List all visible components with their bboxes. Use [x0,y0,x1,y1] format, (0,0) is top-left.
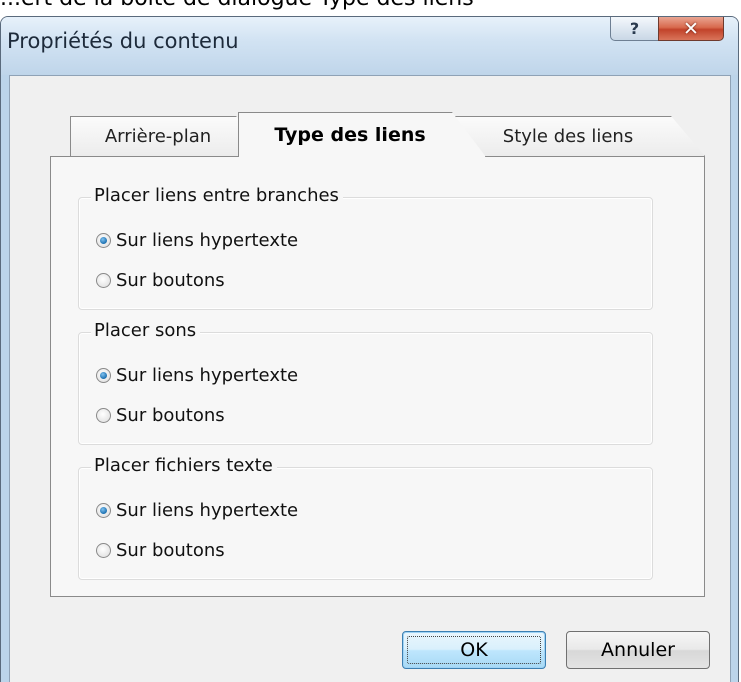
radio-hyperlinks[interactable]: Sur liens hypertexte [96,363,298,387]
tab-label: Style des liens [502,126,634,147]
cancel-button-label: Annuler [601,639,675,661]
dialog-title: Propriétés du contenu [7,29,239,53]
group-title: Placer sons [91,320,201,341]
tab-link-type[interactable]: Type des liens [238,112,486,157]
radio-checked-icon [96,232,111,248]
group-title: Placer fichiers texte [91,455,277,476]
radio-label: Sur liens hypertexte [116,229,299,251]
help-button[interactable]: ? [610,17,658,41]
group-title: Placer liens entre branches [91,185,343,206]
radio-checked-icon [96,367,111,383]
radio-unchecked-icon [96,542,111,558]
tab-label: Type des liens [274,124,426,146]
tab-panel-link-type: Placer liens entre branches Sur liens hy… [50,156,705,597]
tab-label: Arrière-plan [104,126,212,147]
ok-button[interactable]: OK [402,631,546,669]
dialog-client-area: Arrière-plan Style des liens Type des li… [9,75,731,682]
title-bar[interactable]: Propriétés du contenu ? ✕ [1,17,738,75]
radio-checked-icon [96,502,111,518]
cancel-button[interactable]: Annuler [566,631,710,669]
radio-label: Sur liens hypertexte [116,499,299,521]
radio-buttons[interactable]: Sur boutons [96,268,225,292]
radio-buttons[interactable]: Sur boutons [96,403,225,427]
radio-label: Sur boutons [116,539,225,561]
group-sounds: Placer sons Sur liens hypertexte Sur bou… [78,320,653,445]
close-icon: ✕ [683,17,699,40]
radio-hyperlinks[interactable]: Sur liens hypertexte [96,228,298,252]
properties-dialog: Propriétés du contenu ? ✕ Arrière-plan S… [0,16,739,682]
tab-strip: Arrière-plan Style des liens Type des li… [10,76,730,166]
caption-buttons: ? ✕ [610,17,724,41]
group-branch-links: Placer liens entre branches Sur liens hy… [78,185,653,310]
radio-hyperlinks[interactable]: Sur liens hypertexte [96,498,298,522]
radio-unchecked-icon [96,272,111,288]
focus-ring [407,636,541,664]
help-icon: ? [629,19,640,38]
radio-label: Sur boutons [116,269,225,291]
radio-unchecked-icon [96,407,111,423]
radio-label: Sur boutons [116,404,225,426]
background-page-text: ...ert de la boîte de dialogue Type des … [0,0,741,16]
group-text-files: Placer fichiers texte Sur liens hypertex… [78,455,653,580]
close-button[interactable]: ✕ [658,17,724,41]
radio-buttons[interactable]: Sur boutons [96,538,225,562]
radio-label: Sur liens hypertexte [116,364,299,386]
tab-link-style[interactable]: Style des liens [455,116,705,156]
